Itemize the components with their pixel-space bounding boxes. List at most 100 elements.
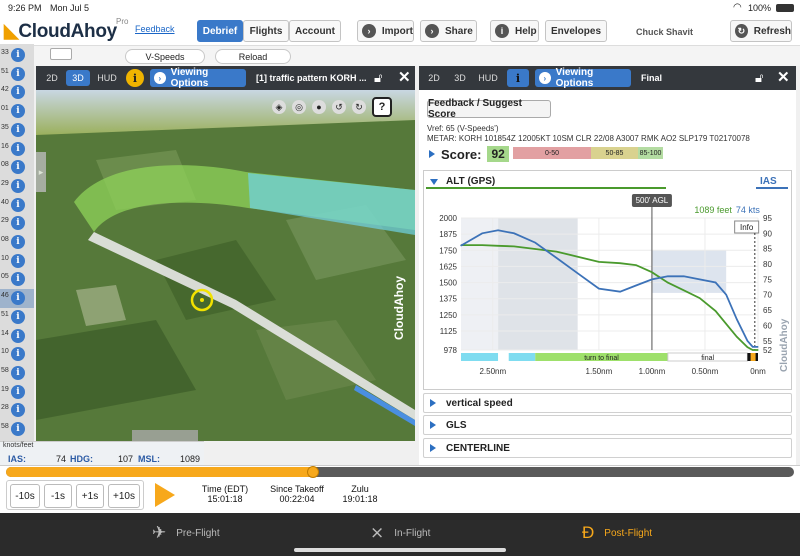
alt-chart-header[interactable]: ALT (GPS) <box>430 176 495 187</box>
lock-icon[interactable]: 🔓︎ <box>374 70 382 86</box>
readout-units: knots/feet <box>3 442 34 449</box>
info-icon[interactable]: i <box>11 66 25 81</box>
flight-list-item[interactable]: 10 i <box>0 345 34 364</box>
reload-button[interactable]: Reload <box>215 49 291 64</box>
tab-hud[interactable]: HUD <box>94 70 120 86</box>
flight-list-item[interactable]: 29 i <box>0 177 34 196</box>
accordion-vertical-speed[interactable]: vertical speed <box>423 393 792 413</box>
flight-list-strip[interactable]: 33 i 51 i 42 i 01 i 35 i 16 i 08 i 29 i 40 i 29 i 08 i 10 i 05 i 4… <box>0 44 34 464</box>
flight-list-item[interactable]: 51 i <box>0 308 34 327</box>
share-button[interactable]: › Share <box>420 20 477 42</box>
refresh-button[interactable]: ↻ Refresh <box>730 20 792 42</box>
expand-icon[interactable] <box>429 150 435 158</box>
feedback-suggest-score-button[interactable]: Feedback / Suggest Score <box>427 98 551 120</box>
play-icon[interactable] <box>155 483 175 507</box>
flight-list-item[interactable]: 28 i <box>0 401 34 420</box>
tab-3d[interactable]: 3D <box>66 70 90 86</box>
accordion-gls[interactable]: GLS <box>423 415 792 435</box>
layers-icon[interactable]: ◈ <box>272 100 286 114</box>
info-icon[interactable]: i <box>11 309 25 324</box>
info-icon[interactable]: i <box>11 422 25 436</box>
flight-list-item[interactable]: 14 i <box>0 327 34 346</box>
tab-3d[interactable]: 3D <box>449 70 471 86</box>
expand-panel-handle[interactable]: ▸ <box>36 152 46 192</box>
right-panel-header: 2D 3D HUD i › Viewing Options Final 🔓︎ ✕ <box>419 66 796 90</box>
tab-debrief[interactable]: Debrief <box>197 20 243 42</box>
info-icon[interactable]: i <box>11 141 25 156</box>
back-1s-button[interactable]: -1s <box>44 484 72 508</box>
info-icon[interactable]: i <box>11 253 25 268</box>
flight-list-item[interactable]: 58 i <box>0 364 34 383</box>
layout-toggle-icon[interactable] <box>50 48 72 60</box>
flight-list-item[interactable]: 58 i <box>0 420 34 439</box>
ias-label: IAS: <box>8 454 26 464</box>
alt-ias-chart[interactable]: 2.50nm 1.50nm 1.00nm 0.50nm 0nm 2000 1875 1750 1… <box>423 190 792 385</box>
close-icon[interactable]: ✕ <box>777 68 790 86</box>
help-icon[interactable]: ? <box>372 97 392 117</box>
flight-list-item[interactable]: 29 i <box>0 214 34 233</box>
feedback-link[interactable]: Feedback <box>135 24 175 34</box>
tab-account[interactable]: Account <box>289 20 341 42</box>
import-button[interactable]: › Import <box>357 20 414 42</box>
flight-list-item[interactable]: 08 i <box>0 158 34 177</box>
timeline-scrubber[interactable] <box>307 466 320 478</box>
flight-list-item[interactable]: 08 i <box>0 233 34 252</box>
accordion-centerline[interactable]: CENTERLINE <box>423 438 792 458</box>
flight-list-item[interactable]: 16 i <box>0 140 34 159</box>
flight-list-item[interactable]: 51 i <box>0 65 34 84</box>
flight-list-number: 42 <box>1 86 9 94</box>
info-icon[interactable]: i <box>11 85 25 100</box>
flight-list-item[interactable]: 33 i <box>0 46 34 65</box>
help-button[interactable]: i Help <box>490 20 539 42</box>
info-icon[interactable]: i <box>11 104 25 119</box>
info-icon[interactable]: i <box>11 122 25 137</box>
flight-list-item[interactable]: 40 i <box>0 196 34 215</box>
timeline-track[interactable] <box>6 466 794 478</box>
flight-list-item[interactable]: 01i <box>0 102 34 121</box>
envelopes-button[interactable]: Envelopes <box>545 20 607 42</box>
flight-list-item[interactable]: 35 i <box>0 121 34 140</box>
tab-pre-flight[interactable]: ✈ Pre-Flight <box>152 523 220 543</box>
center-icon[interactable]: ● <box>312 100 326 114</box>
flight-list-item[interactable]: 10 i <box>0 252 34 271</box>
flight-list-item[interactable]: 42 i <box>0 83 34 102</box>
flight-list-item[interactable]: 46 i <box>0 289 34 308</box>
info-icon[interactable]: i <box>11 291 25 306</box>
tab-2d[interactable]: 2D <box>423 70 445 86</box>
info-icon[interactable]: i <box>507 69 529 87</box>
flight-list-item[interactable]: 19 i <box>0 383 34 402</box>
3d-flight-view[interactable]: ◈ ◎ ● ↺ ↻ ? ▸ CloudAhoy <box>36 90 415 441</box>
info-icon[interactable]: i <box>11 328 25 343</box>
vspeeds-button[interactable]: V-Speeds <box>125 49 205 64</box>
user-name[interactable]: Chuck Shavit <box>636 27 693 37</box>
info-icon[interactable]: i <box>11 365 25 380</box>
info-icon[interactable]: i <box>11 216 25 231</box>
info-icon[interactable]: i <box>11 384 25 399</box>
info-icon[interactable]: i <box>11 403 25 418</box>
info-icon[interactable]: i <box>11 48 25 62</box>
info-icon[interactable]: i <box>11 178 25 193</box>
back-10s-button[interactable]: -10s <box>10 484 40 508</box>
info-icon[interactable]: i <box>126 69 144 87</box>
app-logo[interactable]: ◣CloudAhoy <box>4 20 117 43</box>
rotate-left-icon[interactable]: ↺ <box>332 100 346 114</box>
forward-1s-button[interactable]: +1s <box>76 484 104 508</box>
flight-list-item[interactable]: 05 i <box>0 270 34 289</box>
eye-icon[interactable]: ◎ <box>292 100 306 114</box>
info-icon[interactable]: i <box>11 347 25 362</box>
lock-icon[interactable]: 🔓︎ <box>755 70 763 86</box>
viewing-options-button[interactable]: › Viewing Options <box>150 67 246 89</box>
tab-hud[interactable]: HUD <box>475 70 501 86</box>
info-icon[interactable]: i <box>11 272 25 287</box>
close-icon[interactable]: ✕ <box>398 68 411 86</box>
info-icon[interactable]: i <box>11 197 25 212</box>
info-icon[interactable]: i <box>11 235 25 249</box>
tab-flights[interactable]: Flights <box>243 20 289 42</box>
tab-2d[interactable]: 2D <box>40 70 64 86</box>
rotate-right-icon[interactable]: ↻ <box>352 100 366 114</box>
tab-in-flight[interactable]: ⨯ In-Flight <box>370 523 430 543</box>
forward-10s-button[interactable]: +10s <box>108 484 140 508</box>
info-icon[interactable]: i <box>11 160 25 175</box>
tab-post-flight[interactable]: Ð Post-Flight <box>582 523 652 543</box>
viewing-options-button[interactable]: › Viewing Options <box>535 67 631 89</box>
